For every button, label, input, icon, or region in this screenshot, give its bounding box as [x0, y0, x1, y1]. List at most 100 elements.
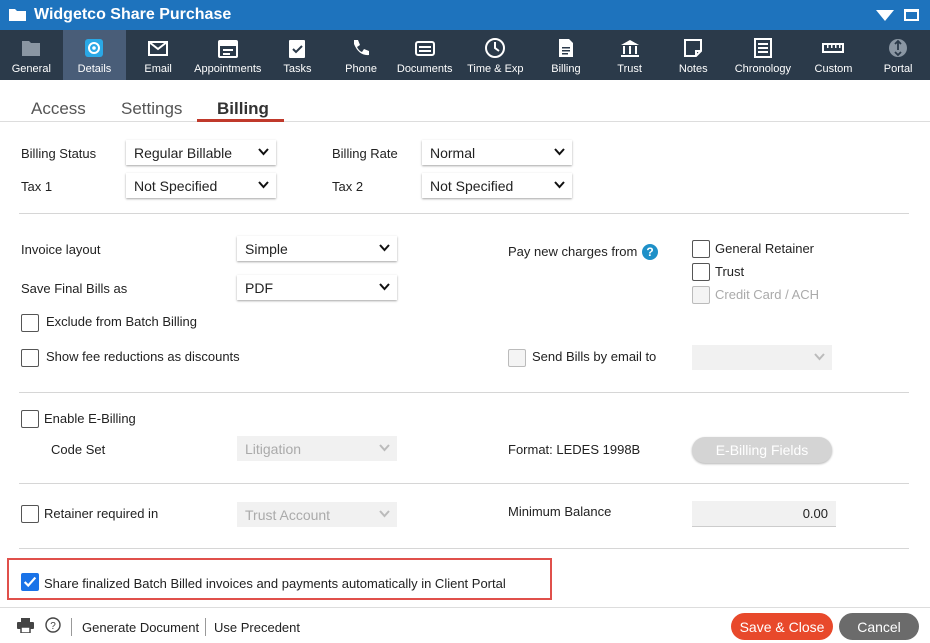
- pay-new-charges-label: Pay new charges from: [508, 244, 638, 259]
- retainer-required-checkbox[interactable]: [21, 505, 39, 523]
- general-retainer-checkbox[interactable]: [692, 240, 710, 258]
- clock-icon: [485, 38, 506, 58]
- nav-label: General: [11, 63, 51, 75]
- chevron-down-icon: [379, 244, 390, 252]
- tax2-label: Tax 2: [332, 179, 364, 194]
- nav-documents[interactable]: Documents: [393, 30, 457, 80]
- nav-label: Custom: [814, 63, 853, 75]
- folder-icon: [22, 41, 41, 56]
- nav-label: Billing: [551, 63, 581, 75]
- nav-custom[interactable]: Custom: [801, 30, 867, 80]
- send-bills-label: Send Bills by email to: [532, 349, 657, 364]
- save-close-button[interactable]: Save & Close: [731, 613, 833, 640]
- tab-access[interactable]: Access: [31, 99, 86, 119]
- note-icon: [684, 39, 703, 57]
- separator: [205, 618, 206, 636]
- save-final-select[interactable]: PDF: [237, 275, 397, 300]
- send-bills-checkbox: [508, 349, 526, 367]
- general-retainer-label: General Retainer: [715, 241, 814, 256]
- nav-label: Portal: [883, 63, 913, 75]
- divider: [19, 213, 909, 214]
- gear-icon: [85, 39, 104, 57]
- nav-label: Trust: [617, 63, 642, 75]
- billing-rate-select[interactable]: Normal: [422, 140, 572, 165]
- window-title: Widgetco Share Purchase: [34, 6, 232, 23]
- format-label: Format: LEDES 1998B: [508, 442, 641, 457]
- nav-notes[interactable]: Notes: [661, 30, 725, 80]
- chevron-down-icon: [554, 181, 565, 189]
- trust-checkbox[interactable]: [692, 263, 710, 281]
- dropdown-triangle-icon[interactable]: [876, 10, 894, 21]
- module-navbar: General Details Email Appointments Tasks…: [0, 30, 930, 80]
- separator: [71, 618, 72, 636]
- nav-time-exp[interactable]: Time & Exp: [457, 30, 535, 80]
- use-precedent-button[interactable]: Use Precedent: [214, 620, 300, 635]
- show-fee-checkbox[interactable]: [21, 349, 39, 367]
- retainer-account-select: Trust Account: [237, 502, 397, 527]
- tax1-label: Tax 1: [21, 179, 53, 194]
- enable-ebilling-checkbox[interactable]: [21, 410, 39, 428]
- enable-ebilling-label: Enable E-Billing: [44, 411, 136, 426]
- documents-icon: [414, 41, 435, 56]
- invoice-layout-select[interactable]: Simple: [237, 236, 397, 261]
- chevron-down-icon: [258, 148, 269, 156]
- help-icon[interactable]: ?: [642, 244, 658, 260]
- nav-billing[interactable]: Billing: [534, 30, 598, 80]
- tax1-select[interactable]: Not Specified: [126, 173, 276, 198]
- nav-appointments[interactable]: Appointments: [190, 30, 266, 80]
- nav-details[interactable]: Details: [62, 30, 127, 80]
- tab-settings[interactable]: Settings: [121, 99, 182, 119]
- billing-status-label: Billing Status: [21, 146, 97, 161]
- exclude-batch-label: Exclude from Batch Billing: [46, 314, 198, 329]
- bank-icon: [620, 40, 639, 57]
- divider: [19, 483, 909, 484]
- nav-chronology[interactable]: Chronology: [725, 30, 801, 80]
- billing-rate-label: Billing Rate: [332, 146, 398, 161]
- tab-billing[interactable]: Billing: [217, 99, 269, 119]
- nav-phone[interactable]: Phone: [329, 30, 393, 80]
- invoice-icon: [558, 39, 573, 57]
- retainer-required-label: Retainer required in: [44, 506, 159, 521]
- nav-label: Chronology: [734, 63, 791, 75]
- printer-icon[interactable]: [17, 618, 34, 633]
- tax1-value: Not Specified: [134, 177, 218, 194]
- chevron-down-icon: [379, 444, 390, 452]
- share-portal-label: Share finalized Batch Billed invoices an…: [44, 576, 506, 591]
- invoice-layout-value: Simple: [245, 240, 288, 257]
- phone-icon: [354, 40, 370, 56]
- retainer-account-value: Trust Account: [245, 506, 331, 523]
- nav-trust[interactable]: Trust: [598, 30, 662, 80]
- billing-rate-value: Normal: [430, 144, 476, 161]
- credit-card-checkbox: [692, 286, 710, 304]
- active-tab-indicator: [197, 119, 284, 122]
- minimum-balance-label: Minimum Balance: [508, 504, 612, 519]
- nav-portal[interactable]: Portal: [866, 30, 930, 80]
- chevron-down-icon: [379, 510, 390, 518]
- nav-email[interactable]: Email: [126, 30, 190, 80]
- exclude-batch-checkbox[interactable]: [21, 314, 39, 332]
- ebilling-fields-button: E-Billing Fields: [692, 437, 832, 463]
- folder-icon: [9, 9, 26, 21]
- cancel-button[interactable]: Cancel: [839, 613, 919, 640]
- code-set-label: Code Set: [51, 442, 106, 457]
- footer-bar: ? Generate Document Use Precedent Save &…: [0, 607, 930, 643]
- portal-icon: [889, 39, 908, 57]
- tax2-select[interactable]: Not Specified: [422, 173, 572, 198]
- show-fee-label: Show fee reductions as discounts: [46, 349, 240, 364]
- billing-status-select[interactable]: Regular Billable: [126, 140, 276, 165]
- svg-text:?: ?: [50, 621, 56, 632]
- maximize-icon[interactable]: [904, 9, 919, 21]
- nav-label: Phone: [345, 63, 377, 75]
- list-icon: [753, 38, 772, 58]
- nav-tasks[interactable]: Tasks: [266, 30, 330, 80]
- chevron-down-icon: [814, 353, 825, 361]
- generate-document-button[interactable]: Generate Document: [82, 620, 199, 635]
- title-bar: Widgetco Share Purchase: [0, 0, 930, 30]
- sub-tabs: Access Settings Billing: [0, 80, 930, 122]
- divider: [19, 548, 909, 549]
- nav-general[interactable]: General: [0, 30, 63, 80]
- share-portal-checkbox[interactable]: [21, 573, 39, 591]
- ruler-icon: [822, 43, 845, 53]
- question-circle-icon[interactable]: ?: [45, 617, 61, 633]
- chevron-down-icon: [258, 181, 269, 189]
